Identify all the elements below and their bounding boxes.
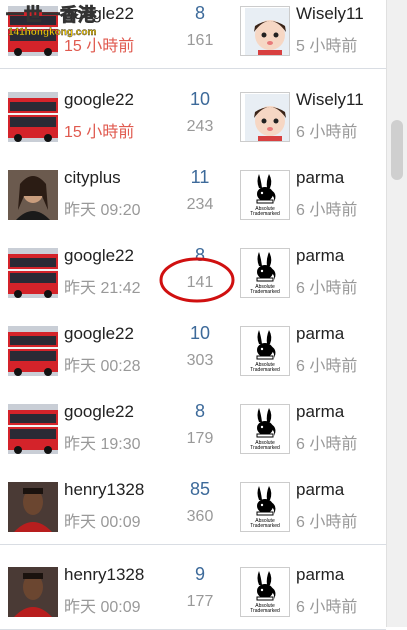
topic-row[interactable]: google22 昨天 19:30 8 179 Absolute Trademarked… bbox=[0, 388, 386, 467]
topic-row[interactable]: henry1328 昨天 00:09 9 177 Absolute Trademarke… bbox=[0, 551, 386, 630]
topic-time: 昨天 00:09 bbox=[64, 599, 141, 616]
scrollbar-thumb[interactable] bbox=[391, 120, 403, 180]
cartoon-girl-avatar[interactable] bbox=[240, 92, 290, 142]
topic-author[interactable]: google22 bbox=[64, 246, 134, 266]
topic-author[interactable]: google22 bbox=[64, 90, 134, 110]
red-circle-annotation bbox=[159, 257, 235, 303]
view-count: 360 bbox=[186, 508, 214, 525]
topic-time: 昨天 00:28 bbox=[64, 358, 141, 375]
reply-count: 8 bbox=[194, 401, 205, 421]
topic-time: 15 小時前 bbox=[64, 124, 135, 141]
site-watermark-logo: 一世一香港 141hongkong.com bbox=[6, 5, 98, 38]
last-post-user[interactable]: parma bbox=[296, 565, 344, 585]
woman-portrait-thumbnail[interactable] bbox=[8, 170, 58, 220]
reply-count: 8 bbox=[194, 3, 205, 23]
last-post-time: 6 小時前 bbox=[296, 124, 358, 141]
last-post-time: 6 小時前 bbox=[296, 436, 358, 453]
bus-thumbnail[interactable] bbox=[8, 326, 58, 376]
playboy-bunny-avatar[interactable]: Absolute Trademarked bbox=[240, 482, 290, 532]
topic-author[interactable]: henry1328 bbox=[64, 480, 144, 500]
watermark-site: 141hongkong.com bbox=[8, 27, 96, 38]
topic-time: 昨天 09:20 bbox=[64, 202, 141, 219]
avatar-caption: Absolute Trademarked bbox=[250, 440, 280, 451]
bus-thumbnail[interactable] bbox=[8, 248, 58, 298]
view-count: 234 bbox=[186, 196, 214, 213]
playboy-bunny-avatar[interactable]: Absolute Trademarked bbox=[240, 326, 290, 376]
last-post-time: 6 小時前 bbox=[296, 280, 358, 297]
reply-count: 11 bbox=[190, 167, 210, 187]
last-post-user[interactable]: parma bbox=[296, 324, 344, 344]
topic-row[interactable]: henry1328 昨天 00:09 85 360 Absolute Trademark… bbox=[0, 466, 386, 545]
topic-time: 昨天 19:30 bbox=[64, 436, 141, 453]
view-count: 179 bbox=[186, 430, 214, 447]
last-post-time: 6 小時前 bbox=[296, 599, 358, 616]
view-count: 177 bbox=[186, 593, 214, 610]
topic-list: google22 15 小時前 8 161 Wisely11 5 小時前 google22 1… bbox=[0, 0, 386, 630]
topic-row[interactable]: google22 15 小時前 10 243 Wisely11 6 小時前 bbox=[0, 76, 386, 155]
view-count: 243 bbox=[186, 118, 214, 135]
last-post-user[interactable]: parma bbox=[296, 402, 344, 422]
playboy-bunny-avatar[interactable]: Absolute Trademarked bbox=[240, 170, 290, 220]
avatar-caption: Absolute Trademarked bbox=[250, 362, 280, 373]
topic-author[interactable]: google22 bbox=[64, 402, 134, 422]
man-portrait-thumbnail[interactable] bbox=[8, 567, 58, 617]
last-post-time: 5 小時前 bbox=[296, 38, 358, 55]
watermark-title: 一世一香港 bbox=[6, 5, 97, 26]
avatar-caption: Absolute Trademarked bbox=[250, 284, 280, 295]
last-post-time: 6 小時前 bbox=[296, 514, 358, 531]
topic-time: 昨天 00:09 bbox=[64, 514, 141, 531]
reply-count: 9 bbox=[194, 564, 205, 584]
topic-time: 昨天 21:42 bbox=[64, 280, 141, 297]
last-post-user[interactable]: Wisely11 bbox=[296, 90, 364, 110]
topic-author[interactable]: cityplus bbox=[64, 168, 121, 188]
playboy-bunny-avatar[interactable]: Absolute Trademarked bbox=[240, 248, 290, 298]
man-portrait-thumbnail[interactable] bbox=[8, 482, 58, 532]
topic-row[interactable]: google22 昨天 00:28 10 303 Absolute Trademarke… bbox=[0, 310, 386, 389]
playboy-bunny-avatar[interactable]: Absolute Trademarked bbox=[240, 567, 290, 617]
last-post-user[interactable]: parma bbox=[296, 168, 344, 188]
last-post-user[interactable]: parma bbox=[296, 246, 344, 266]
last-post-time: 6 小時前 bbox=[296, 202, 358, 219]
avatar-caption: Absolute Trademarked bbox=[250, 518, 280, 529]
reply-count: 10 bbox=[189, 89, 211, 109]
bus-thumbnail[interactable] bbox=[8, 92, 58, 142]
last-post-time: 6 小時前 bbox=[296, 358, 358, 375]
scrollbar[interactable] bbox=[386, 0, 407, 627]
last-post-user[interactable]: parma bbox=[296, 480, 344, 500]
avatar-caption: Absolute Trademarked bbox=[250, 603, 280, 614]
bus-thumbnail[interactable] bbox=[8, 404, 58, 454]
reply-count: 10 bbox=[189, 323, 211, 343]
last-post-user[interactable]: Wisely11 bbox=[296, 4, 364, 24]
topic-author[interactable]: henry1328 bbox=[64, 565, 144, 585]
view-count: 161 bbox=[186, 32, 214, 49]
topic-row[interactable]: cityplus 昨天 09:20 11 234 Absolute Trademarke… bbox=[0, 154, 386, 233]
topic-author[interactable]: google22 bbox=[64, 324, 134, 344]
avatar-caption: Absolute Trademarked bbox=[250, 206, 280, 217]
view-count: 303 bbox=[186, 352, 214, 369]
cartoon-girl-avatar[interactable] bbox=[240, 6, 290, 56]
reply-count: 85 bbox=[189, 479, 211, 499]
playboy-bunny-avatar[interactable]: Absolute Trademarked bbox=[240, 404, 290, 454]
